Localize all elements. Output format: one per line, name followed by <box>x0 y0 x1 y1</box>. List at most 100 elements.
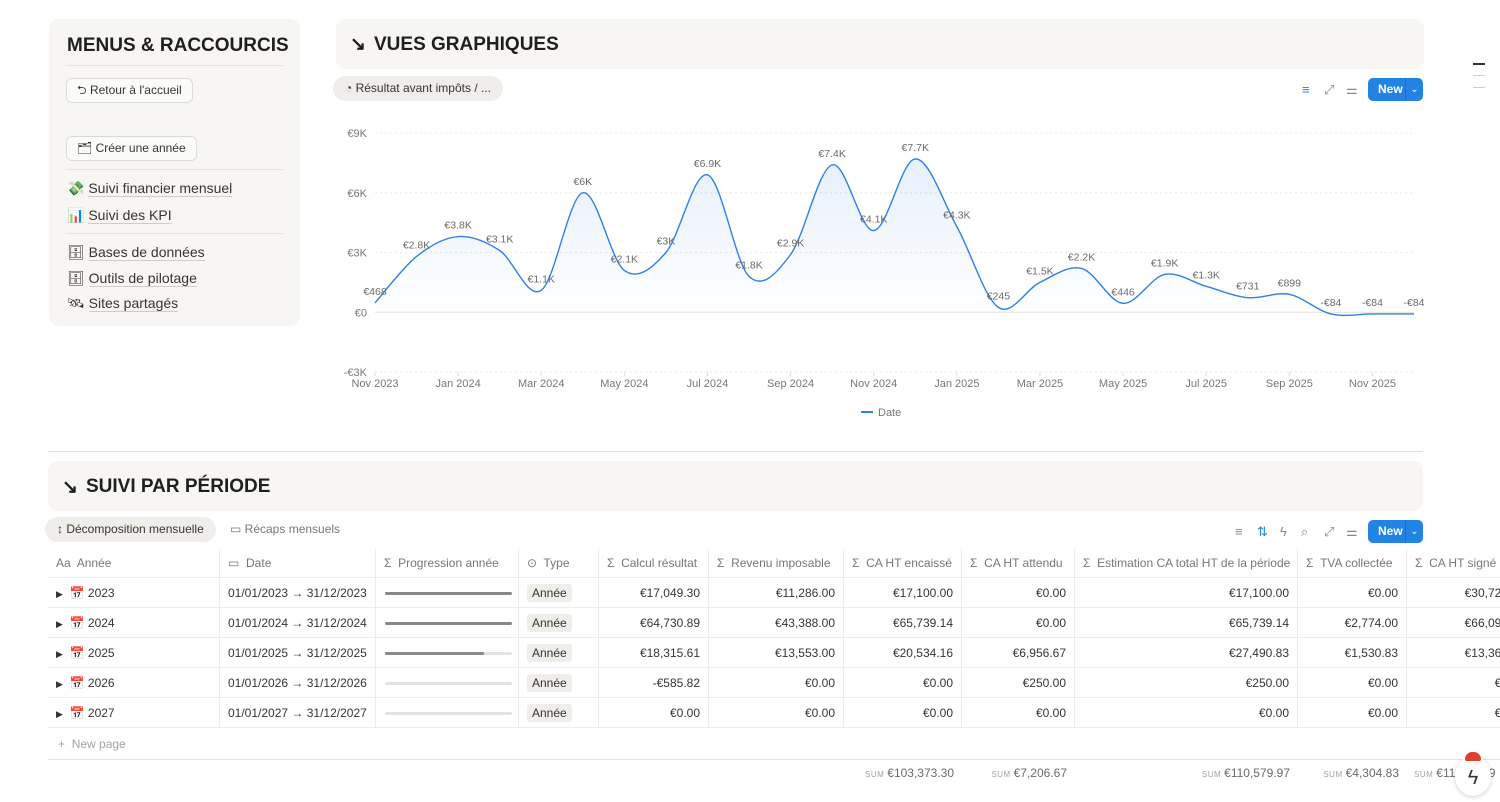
table-cell[interactable]: 01/01/2025 → 31/12/2025 <box>220 638 376 668</box>
table-cell[interactable]: €11,286.00 <box>709 578 844 608</box>
table-cell[interactable]: €0.00 <box>1298 578 1407 608</box>
toc-mark[interactable] <box>1473 87 1485 88</box>
table-cell[interactable]: €30,725.0 <box>1407 578 1500 608</box>
sum-ca-encaisse[interactable]: SUM €103,373.30 <box>865 766 954 780</box>
table-cell[interactable]: €20,534.16 <box>844 638 962 668</box>
column-header[interactable]: ⊙ Type <box>519 548 599 578</box>
table-cell[interactable] <box>376 698 519 728</box>
table-cell[interactable] <box>376 578 519 608</box>
table-cell[interactable]: €0.00 <box>599 698 709 728</box>
sort-icon[interactable]: ⇅ <box>1257 524 1268 540</box>
link-suivi-financier[interactable]: 💸 Suivi financier mensuel <box>67 180 233 197</box>
expand-toggle-icon[interactable]: ▶ <box>56 679 63 689</box>
sum-ca-attendu[interactable]: SUM €7,206.67 <box>991 766 1067 780</box>
table-cell[interactable]: €0.0 <box>1407 668 1500 698</box>
link-bases-donnees[interactable]: 🗄 Bases de données <box>67 244 205 261</box>
table-cell[interactable] <box>376 668 519 698</box>
table-cell[interactable]: €250.00 <box>962 668 1075 698</box>
lightning-icon[interactable]: ϟ <box>1280 524 1287 539</box>
table-cell[interactable]: €66,094.1 <box>1407 608 1500 638</box>
table-cell[interactable]: €0.00 <box>1298 698 1407 728</box>
table-cell[interactable]: 01/01/2024 → 31/12/2024 <box>220 608 376 638</box>
column-header[interactable]: Σ TVA collectée <box>1298 548 1407 578</box>
table-cell[interactable]: €65,739.14 <box>844 608 962 638</box>
table-cell[interactable]: €27,490.83 <box>1075 638 1298 668</box>
expand-toggle-icon[interactable]: ▶ <box>56 649 63 659</box>
table-cell[interactable]: €17,100.00 <box>1075 578 1298 608</box>
table-cell[interactable]: ▶ 📅 2025 <box>48 638 220 668</box>
table-cell[interactable] <box>376 608 519 638</box>
column-header[interactable]: Σ Calcul résultat <box>599 548 709 578</box>
filter-icon[interactable]: ≡ <box>1235 524 1243 539</box>
toc-mark[interactable] <box>1473 63 1485 65</box>
sum-tva[interactable]: SUM €4,304.83 <box>1323 766 1399 780</box>
sum-estimation[interactable]: SUM €110,579.97 <box>1202 766 1290 780</box>
toc-mark[interactable] <box>1473 75 1485 76</box>
column-header[interactable]: Σ CA HT signé <box>1407 548 1500 578</box>
table-cell[interactable]: €13,360.8 <box>1407 638 1500 668</box>
assistant-avatar[interactable]: ϟ <box>1455 752 1491 796</box>
table-cell[interactable]: €43,388.00 <box>709 608 844 638</box>
table-cell[interactable]: €0.00 <box>962 698 1075 728</box>
table-cell[interactable]: €0.0 <box>1407 698 1500 728</box>
table-cell[interactable]: ▶ 📅 2026 <box>48 668 220 698</box>
filter-icon[interactable]: ≡ <box>1302 82 1310 97</box>
table-cell[interactable]: 01/01/2023 → 31/12/2023 <box>220 578 376 608</box>
table-cell[interactable]: ▶ 📅 2023 <box>48 578 220 608</box>
settings-sliders-icon[interactable]: ⚌ <box>1346 524 1358 540</box>
table-cell[interactable]: ▶ 📅 2027 <box>48 698 220 728</box>
year-name[interactable]: 2024 <box>88 616 115 630</box>
new-page-button[interactable]: + New page <box>58 737 126 751</box>
table-cell[interactable]: €0.00 <box>1298 668 1407 698</box>
table-cell[interactable]: €2,774.00 <box>1298 608 1407 638</box>
table-row[interactable]: ▶ 📅 2025 01/01/2025 → 31/12/2025 Année €18,… <box>48 638 1500 668</box>
table-cell[interactable]: €0.00 <box>962 608 1075 638</box>
table-cell[interactable]: €13,553.00 <box>709 638 844 668</box>
table-cell[interactable]: €0.00 <box>844 698 962 728</box>
table-cell[interactable]: €0.00 <box>844 668 962 698</box>
table-cell[interactable]: €64,730.89 <box>599 608 709 638</box>
column-header[interactable]: Aa Année <box>48 548 220 578</box>
tab-decomposition[interactable]: ↕ Décomposition mensuelle <box>45 517 216 542</box>
expand-toggle-icon[interactable]: ▶ <box>56 589 63 599</box>
table-cell[interactable]: €0.00 <box>1075 698 1298 728</box>
link-sites-partages[interactable]: 🛰 Sites partagés <box>67 295 179 312</box>
table-row[interactable]: ▶ 📅 2027 01/01/2027 → 31/12/2027 Année €0.0… <box>48 698 1500 728</box>
table-cell[interactable]: -€585.82 <box>599 668 709 698</box>
create-year-button[interactable]: 🗂 Créer une année <box>66 136 197 161</box>
table-cell[interactable]: 01/01/2026 → 31/12/2026 <box>220 668 376 698</box>
table-cell[interactable]: 01/01/2027 → 31/12/2027 <box>220 698 376 728</box>
home-button[interactable]: ⮌ Retour à l'accueil <box>66 78 193 103</box>
expand-toggle-icon[interactable]: ▶ <box>56 709 63 719</box>
table-cell[interactable]: Année <box>519 578 599 608</box>
table-cell[interactable]: €0.00 <box>709 698 844 728</box>
column-header[interactable]: Σ Progression année <box>376 548 519 578</box>
column-header[interactable]: Σ CA HT encaissé <box>844 548 962 578</box>
column-header[interactable]: Σ Revenu imposable <box>709 548 844 578</box>
table-cell[interactable]: €17,100.00 <box>844 578 962 608</box>
column-header[interactable]: Σ CA HT attendu <box>962 548 1075 578</box>
table-cell[interactable]: Année <box>519 668 599 698</box>
table-cell[interactable]: €0.00 <box>962 578 1075 608</box>
table-cell[interactable]: €250.00 <box>1075 668 1298 698</box>
table-cell[interactable]: €0.00 <box>709 668 844 698</box>
table-cell[interactable]: €65,739.14 <box>1075 608 1298 638</box>
table-cell[interactable]: €17,049.30 <box>599 578 709 608</box>
year-name[interactable]: 2025 <box>88 646 115 660</box>
year-name[interactable]: 2023 <box>88 586 115 600</box>
table-cell[interactable]: €6,956.67 <box>962 638 1075 668</box>
settings-sliders-icon[interactable]: ⚌ <box>1346 82 1358 98</box>
column-header[interactable]: Σ Estimation CA total HT de la période <box>1075 548 1298 578</box>
year-name[interactable]: 2027 <box>88 706 115 720</box>
table-row[interactable]: ▶ 📅 2023 01/01/2023 → 31/12/2023 Année €17,… <box>48 578 1500 608</box>
table-cell[interactable] <box>376 638 519 668</box>
new-button[interactable]: New ⌄ <box>1368 78 1423 101</box>
table-cell[interactable]: Année <box>519 638 599 668</box>
table-cell[interactable]: €18,315.61 <box>599 638 709 668</box>
table-row[interactable]: ▶ 📅 2026 01/01/2026 → 31/12/2026 Année -€58… <box>48 668 1500 698</box>
table-cell[interactable]: €1,530.83 <box>1298 638 1407 668</box>
table-cell[interactable]: ▶ 📅 2024 <box>48 608 220 638</box>
expand-icon[interactable]: ⤢ <box>1324 82 1334 98</box>
link-suivi-kpi[interactable]: 📊 Suivi des KPI <box>67 207 172 224</box>
new-button[interactable]: New ⌄ <box>1368 520 1423 543</box>
